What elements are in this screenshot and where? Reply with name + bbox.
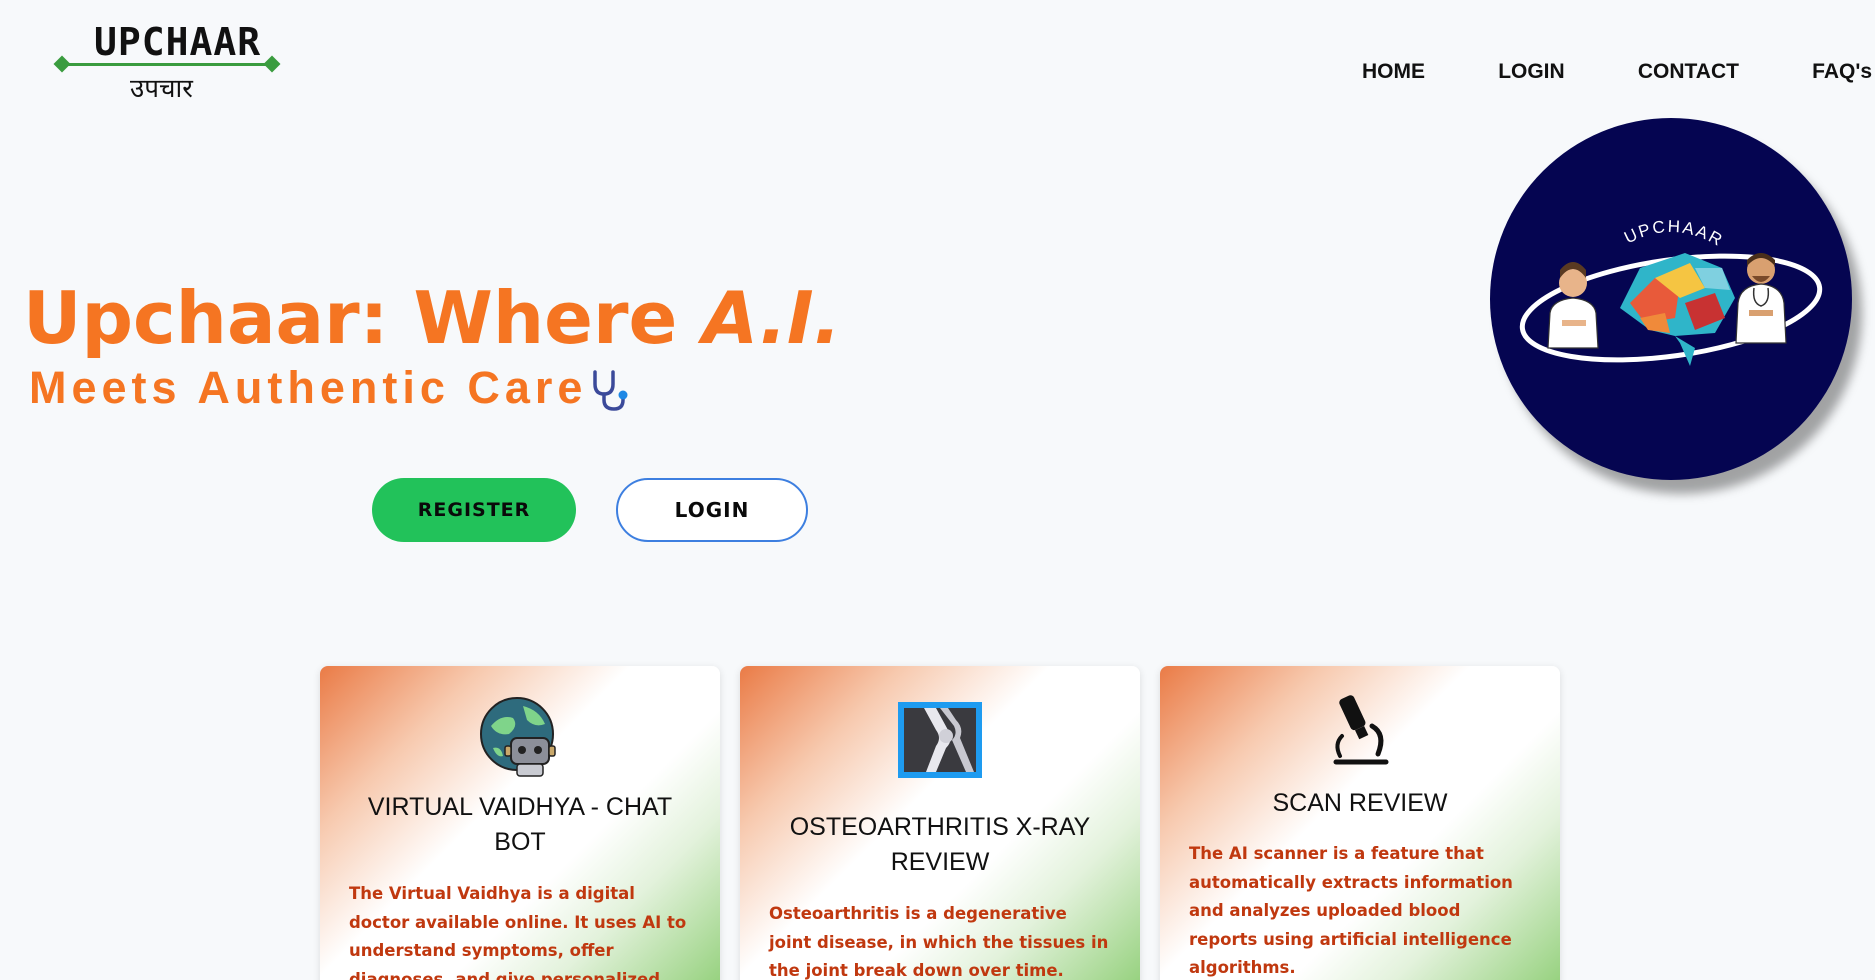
site-logo[interactable]: UPCHAAR उपचार	[53, 20, 282, 104]
badge-text: UPCHAAR	[1621, 217, 1725, 251]
hero-title: Upchaar: Where A.I.	[23, 276, 841, 360]
card-description: The Virtual Vaidhya is a digital doctor …	[349, 884, 687, 980]
feature-card-scan[interactable]: SCAN REVIEW The AI scanner is a feature …	[1160, 666, 1560, 980]
stethoscope-icon	[593, 370, 628, 411]
hero-subtitle: Meets Authentic Care	[29, 362, 588, 413]
nav-contact-link[interactable]: CONTACT	[1638, 60, 1739, 84]
card-description: Osteoarthritis is a degenerative joint d…	[769, 904, 1109, 980]
microscope-icon	[1333, 695, 1389, 765]
feature-card-xray[interactable]: OSTEOARTHRITIS X-RAY REVIEW Osteoarthrit…	[740, 666, 1140, 980]
logo-text-hindi: उपचार	[130, 74, 193, 104]
hero-title-main: Upchaar: Where	[23, 276, 703, 360]
card-title: OSTEOARTHRITIS X-RAY REVIEW	[789, 813, 1091, 876]
logo-diamond-left	[53, 55, 71, 73]
knee-xray-icon	[898, 702, 982, 778]
upchaar-badge-image: UPCHAAR	[1490, 118, 1852, 480]
feature-card-chatbot[interactable]: VIRTUAL VAIDHYA - CHAT BOT The Virtual V…	[320, 666, 720, 980]
card-title: SCAN REVIEW	[1272, 789, 1448, 817]
robot-globe-icon	[480, 697, 556, 777]
logo-underline	[62, 63, 272, 66]
register-button[interactable]: REGISTER	[372, 478, 576, 542]
login-button[interactable]: LOGIN	[616, 478, 808, 542]
logo-diamond-right	[263, 55, 281, 73]
logo-text-english: UPCHAAR	[94, 20, 262, 64]
hero-title-emphasis: A.I.	[702, 276, 841, 360]
nav-faq-link[interactable]: FAQ's	[1812, 60, 1872, 84]
nav-home-link[interactable]: HOME	[1362, 60, 1425, 84]
svg-text:UPCHAAR: UPCHAAR	[1621, 217, 1727, 251]
card-title: VIRTUAL VAIDHYA - CHAT BOT	[367, 793, 673, 856]
card-description: The AI scanner is a feature that automat…	[1189, 844, 1513, 977]
ai-doctors-illustration: UPCHAAR	[1519, 217, 1823, 366]
main-nav: HOME LOGIN CONTACT FAQ's	[1362, 60, 1872, 84]
nav-login-link[interactable]: LOGIN	[1498, 60, 1565, 84]
